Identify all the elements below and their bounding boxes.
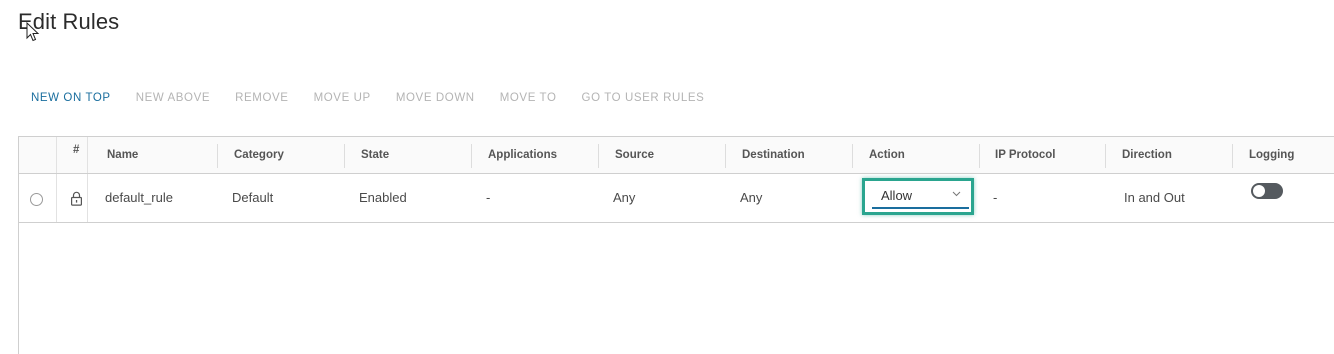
rule-applications: - xyxy=(486,190,491,205)
column-separator xyxy=(87,137,88,173)
lock-icon xyxy=(71,191,83,206)
column-header-state[interactable]: State xyxy=(361,137,389,173)
column-separator[interactable] xyxy=(1105,144,1106,168)
row-select-radio[interactable] xyxy=(30,193,43,206)
grid-header: # Name Category State Applications Sourc… xyxy=(19,137,1334,174)
chevron-down-icon xyxy=(952,191,961,197)
rule-direction: In and Out xyxy=(1124,190,1185,205)
column-separator[interactable] xyxy=(217,144,218,168)
column-header-destination[interactable]: Destination xyxy=(742,137,805,173)
new-on-top-button[interactable]: NEW ON TOP xyxy=(31,92,111,104)
toggle-knob xyxy=(1253,185,1265,197)
action-select-value: Allow xyxy=(881,188,913,203)
column-separator[interactable] xyxy=(979,144,980,168)
column-separator[interactable] xyxy=(471,144,472,168)
column-separator[interactable] xyxy=(598,144,599,168)
column-header-category[interactable]: Category xyxy=(234,137,284,173)
column-separator xyxy=(56,137,57,173)
column-separator xyxy=(56,174,57,222)
table-row[interactable]: default_rule Default Enabled - Any Any A… xyxy=(19,174,1334,223)
rules-grid: # Name Category State Applications Sourc… xyxy=(18,136,1334,354)
column-separator[interactable] xyxy=(852,144,853,168)
column-header-source[interactable]: Source xyxy=(615,137,654,173)
rule-ip-protocol: - xyxy=(993,190,998,205)
rule-state: Enabled xyxy=(359,190,407,205)
column-header-action[interactable]: Action xyxy=(869,137,905,173)
move-up-button[interactable]: MOVE UP xyxy=(314,92,371,104)
logging-toggle[interactable] xyxy=(1251,183,1283,199)
rule-destination: Any xyxy=(740,190,763,205)
column-separator[interactable] xyxy=(725,144,726,168)
column-separator xyxy=(87,174,88,222)
column-header-applications[interactable]: Applications xyxy=(488,137,557,173)
column-header-logging[interactable]: Logging xyxy=(1249,137,1294,173)
column-header-name[interactable]: Name xyxy=(107,137,138,173)
move-down-button[interactable]: MOVE DOWN xyxy=(396,92,475,104)
mouse-cursor-icon xyxy=(26,22,40,42)
column-separator[interactable] xyxy=(344,144,345,168)
rules-toolbar: NEW ON TOP NEW ABOVE REMOVE MOVE UP MOVE… xyxy=(31,90,729,106)
column-header-ip-protocol[interactable]: IP Protocol xyxy=(995,137,1056,173)
rule-source: Any xyxy=(613,190,636,205)
rule-category: Default xyxy=(232,190,274,205)
column-separator[interactable] xyxy=(1232,144,1233,168)
remove-button[interactable]: REMOVE xyxy=(235,92,288,104)
column-header-number: # xyxy=(73,144,80,156)
column-header-direction[interactable]: Direction xyxy=(1122,137,1172,173)
action-cell-focus: Allow xyxy=(862,178,974,215)
new-above-button[interactable]: NEW ABOVE xyxy=(136,92,210,104)
move-to-button[interactable]: MOVE TO xyxy=(500,92,557,104)
rule-name: default_rule xyxy=(105,190,173,205)
action-select[interactable]: Allow xyxy=(872,187,969,209)
go-to-user-rules-button[interactable]: GO TO USER RULES xyxy=(582,92,705,104)
edit-rules-page: Edit Rules NEW ON TOP NEW ABOVE REMOVE M… xyxy=(0,0,1334,354)
